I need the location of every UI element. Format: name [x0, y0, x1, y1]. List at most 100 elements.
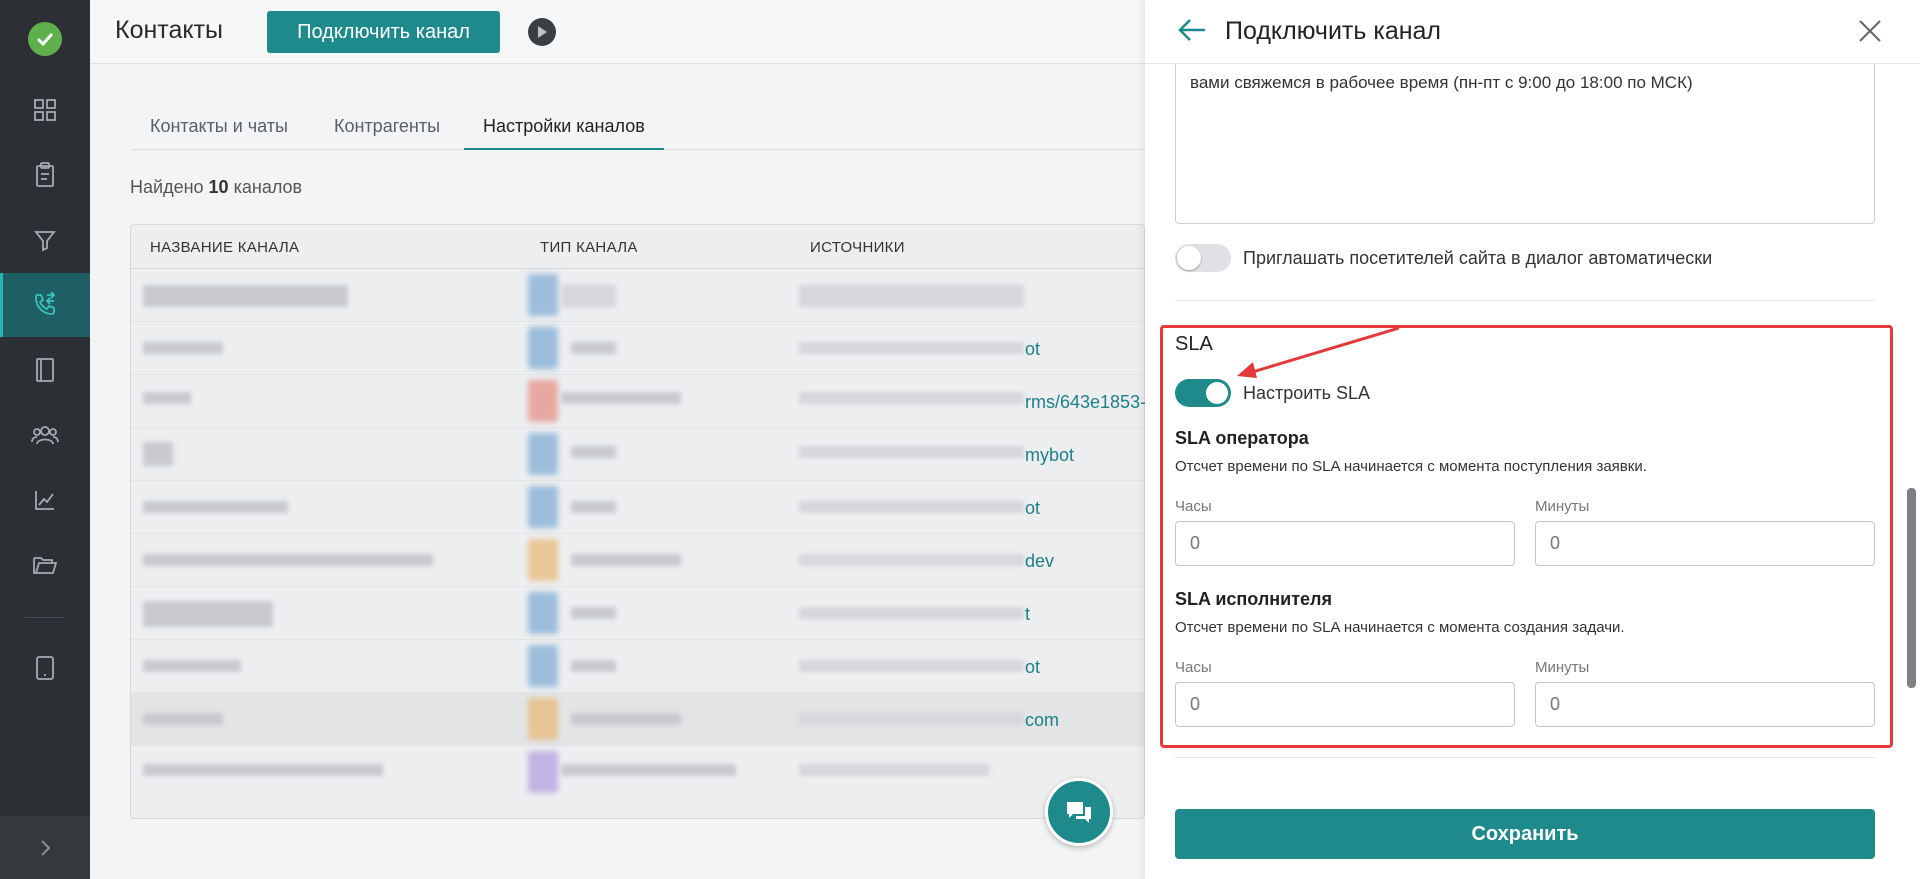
blurred-type: [571, 501, 616, 513]
topbar: Контакты Подключить канал: [90, 0, 1145, 64]
sidebar-item-funnel[interactable]: [0, 208, 90, 272]
table-row[interactable]: [131, 746, 1144, 799]
blurred-type: [561, 764, 736, 776]
blurred-source: [799, 660, 1024, 672]
chat-support-button[interactable]: [1045, 778, 1113, 846]
sidebar-item-device[interactable]: [0, 636, 90, 700]
sla-executor-description: Отсчет времени по SLA начинается с момен…: [1175, 619, 1625, 636]
operator-hours-input[interactable]: [1175, 521, 1515, 566]
sidebar: [0, 0, 90, 879]
table-row[interactable]: [131, 534, 1144, 587]
sla-toggle-label: Настроить SLA: [1243, 382, 1370, 403]
source-text[interactable]: ot: [1025, 657, 1040, 678]
table-row[interactable]: [131, 322, 1144, 375]
tab-channel-settings[interactable]: Настройки каналов: [464, 116, 664, 150]
found-number: 10: [208, 177, 229, 197]
blurred-source: [799, 342, 1024, 354]
table-row[interactable]: [131, 375, 1144, 428]
source-text[interactable]: mybot: [1025, 445, 1074, 466]
channel-type-icon: [528, 380, 558, 422]
table-row[interactable]: [131, 428, 1144, 481]
close-button[interactable]: [1856, 17, 1884, 50]
analytics-chart-icon: [35, 491, 54, 510]
tab-contacts-chats[interactable]: Контакты и чаты: [150, 116, 288, 150]
blurred-name: [143, 713, 223, 725]
channel-type-icon: [528, 645, 558, 687]
logo-check-icon[interactable]: [28, 22, 62, 56]
play-video-button[interactable]: [528, 18, 556, 46]
found-prefix: Найдено: [130, 177, 204, 197]
blurred-source: [799, 607, 1024, 619]
chevron-right-icon: [41, 839, 51, 856]
arrow-left-icon: [1178, 19, 1205, 41]
sidebar-item-files[interactable]: [0, 533, 90, 597]
table-row[interactable]: [131, 481, 1144, 534]
invite-visitors-toggle[interactable]: [1175, 244, 1231, 272]
greeting-message-textarea[interactable]: вами свяжемся в рабочее время (пн-пт с 9…: [1175, 40, 1875, 224]
executor-hours-label: Часы: [1175, 659, 1212, 676]
sidebar-divider: [25, 617, 65, 618]
save-button[interactable]: Сохранить: [1175, 809, 1875, 859]
source-text[interactable]: com: [1025, 710, 1059, 731]
sidebar-item-users[interactable]: [0, 403, 90, 467]
blurred-name: [143, 392, 191, 404]
sla-operator-description: Отсчет времени по SLA начинается с момен…: [1175, 458, 1647, 475]
phone-transfer-icon: [35, 292, 56, 315]
sidebar-item-tasks[interactable]: [0, 143, 90, 207]
channel-type-icon: [528, 327, 558, 369]
divider: [1175, 757, 1875, 758]
tablet-icon: [36, 656, 54, 680]
channel-type-icon: [528, 539, 558, 581]
column-header-name[interactable]: НАЗВАНИЕ КАНАЛА: [150, 239, 299, 256]
blurred-name: [143, 764, 383, 776]
sla-toggle-row: Настроить SLA: [1175, 379, 1370, 407]
source-text[interactable]: dev: [1025, 551, 1054, 572]
invite-visitors-row: Приглашать посетителей сайта в диалог ав…: [1175, 243, 1712, 273]
tabs: Контакты и чаты Контрагенты Настройки ка…: [131, 112, 1145, 150]
blurred-type: [571, 660, 616, 672]
blurred-source: [799, 764, 989, 776]
blurred-source: [799, 285, 1024, 307]
users-icon: [31, 426, 59, 445]
source-text[interactable]: ot: [1025, 498, 1040, 519]
table-row[interactable]: [131, 587, 1144, 640]
operator-hours-label: Часы: [1175, 498, 1212, 515]
sidebar-item-analytics[interactable]: [0, 468, 90, 532]
blurred-name: [143, 501, 288, 513]
back-button[interactable]: [1177, 17, 1207, 48]
panel-scrollbar[interactable]: [1907, 488, 1916, 688]
connect-channel-button[interactable]: Подключить канал: [267, 11, 500, 53]
column-header-type[interactable]: ТИП КАНАЛА: [540, 239, 638, 256]
blurred-source: [799, 713, 1024, 725]
source-text[interactable]: ot: [1025, 339, 1040, 360]
blurred-name: [143, 601, 273, 627]
book-icon: [36, 358, 54, 382]
table-row[interactable]: [131, 640, 1144, 693]
table-row[interactable]: [131, 693, 1144, 746]
table-row[interactable]: [131, 269, 1144, 322]
divider: [1175, 300, 1875, 301]
found-suffix: каналов: [233, 177, 303, 197]
channel-type-icon: [528, 751, 558, 793]
main-content: Контакты Подключить канал Контакты и чат…: [90, 0, 1146, 879]
blurred-source: [799, 501, 1024, 513]
panel-title: Подключить канал: [1225, 17, 1442, 45]
blurred-type: [571, 554, 681, 566]
blurred-type: [561, 285, 616, 307]
sla-toggle[interactable]: [1175, 379, 1231, 407]
column-header-sources[interactable]: ИСТОЧНИКИ: [810, 239, 905, 256]
sidebar-item-channels[interactable]: [0, 273, 90, 337]
source-text[interactable]: t: [1025, 604, 1030, 625]
sidebar-item-knowledge[interactable]: [0, 338, 90, 402]
table-header: НАЗВАНИЕ КАНАЛА ТИП КАНАЛА ИСТОЧНИКИ: [131, 225, 1144, 269]
source-text[interactable]: rms/643e1853-: [1025, 392, 1146, 413]
blurred-type: [571, 607, 616, 619]
executor-minutes-input[interactable]: [1535, 682, 1875, 727]
operator-minutes-input[interactable]: [1535, 521, 1875, 566]
tab-counterparties[interactable]: Контрагенты: [334, 116, 440, 150]
sidebar-expand-button[interactable]: [0, 816, 90, 879]
chat-bubbles-icon: [1067, 802, 1091, 823]
executor-hours-input[interactable]: [1175, 682, 1515, 727]
sidebar-item-dashboard[interactable]: [0, 78, 90, 142]
executor-minutes-label: Минуты: [1535, 659, 1590, 676]
